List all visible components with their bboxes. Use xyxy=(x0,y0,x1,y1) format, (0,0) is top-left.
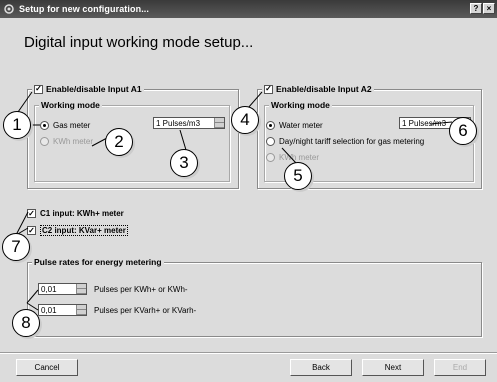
callout-6: 6 xyxy=(449,117,477,145)
callout-2: 2 xyxy=(105,128,133,156)
callout-8: 8 xyxy=(12,309,40,337)
callout-4: 4 xyxy=(231,106,259,134)
callout-pointers xyxy=(15,91,453,311)
callout-7: 7 xyxy=(2,233,30,261)
callout-1: 1 xyxy=(3,111,31,139)
callout-3: 3 xyxy=(170,149,198,177)
callout-5: 5 xyxy=(284,162,312,190)
